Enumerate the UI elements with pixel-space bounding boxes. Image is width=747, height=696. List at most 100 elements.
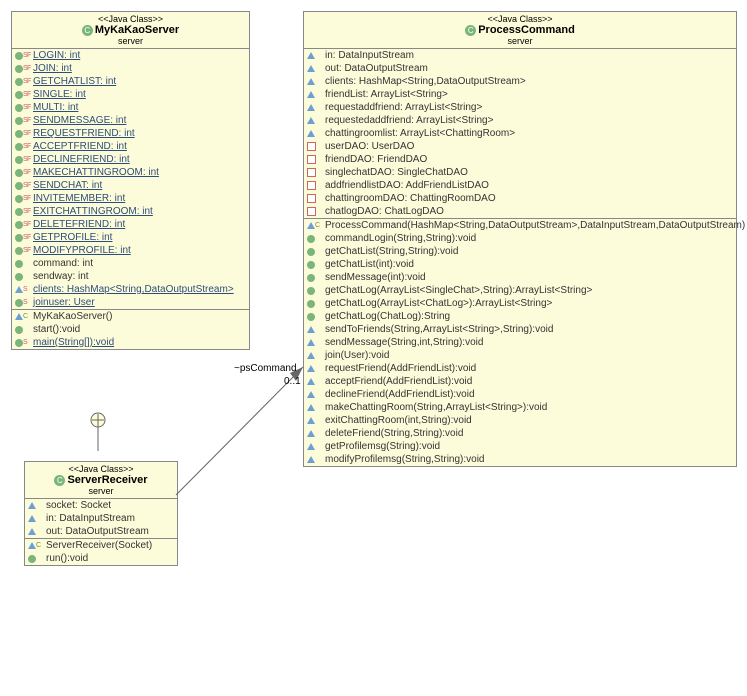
attribute-text: chattingroomDAO: ChattingRoomDAO — [325, 192, 496, 205]
operation-text: requestFriend(AddFriendList):void — [325, 362, 476, 375]
attribute-row: out: DataOutputStream — [304, 62, 736, 75]
class-ServerReceiver: <<Java Class>> CServerReceiver server so… — [24, 461, 178, 566]
operation-row: declineFriend(AddFriendList):void — [304, 388, 736, 401]
attribute-text: clients: HashMap<String,DataOutputStream… — [325, 75, 526, 88]
relation-label: ~psCommand — [234, 363, 297, 374]
attribute-row: SFLOGIN: int — [12, 49, 249, 62]
attribute-row: SFGETPROFILE: int — [12, 231, 249, 244]
attribute-text: chattingroomlist: ArrayList<ChattingRoom… — [325, 127, 515, 140]
operation-text: start():void — [33, 323, 80, 336]
attribute-row: clients: HashMap<String,DataOutputStream… — [304, 75, 736, 88]
package-label: server — [16, 36, 245, 46]
attributes-section: in: DataInputStreamout: DataOutputStream… — [304, 49, 736, 219]
attribute-row: SFGETCHATLIST: int — [12, 75, 249, 88]
attribute-row: SFACCEPTFRIEND: int — [12, 140, 249, 153]
operations-section: CMyKaKaoServer()start():voidSmain(String… — [12, 310, 249, 349]
attribute-text: socket: Socket — [46, 499, 111, 512]
operation-text: commandLogin(String,String):void — [325, 232, 476, 245]
attribute-row: SFMULTI: int — [12, 101, 249, 114]
attribute-text: addfriendlistDAO: AddFriendListDAO — [325, 179, 489, 192]
operation-row: modifyProfilemsg(String,String):void — [304, 453, 736, 466]
operation-text: ServerReceiver(Socket) — [46, 539, 152, 552]
operation-row: Smain(String[]):void — [12, 336, 249, 349]
attribute-row: in: DataInputStream — [25, 512, 177, 525]
attribute-row: SFSENDCHAT: int — [12, 179, 249, 192]
attribute-row: command: int — [12, 257, 249, 270]
attribute-text: REQUESTFRIEND: int — [33, 127, 135, 140]
operation-text: getChatLog(ChatLog):String — [325, 310, 450, 323]
class-icon: C — [54, 475, 65, 486]
class-name: ProcessCommand — [478, 24, 575, 36]
attribute-text: GETPROFILE: int — [33, 231, 112, 244]
operations-section: CServerReceiver(Socket)run():void — [25, 539, 177, 565]
operation-row: sendMessage(int):void — [304, 271, 736, 284]
attribute-text: out: DataOutputStream — [325, 62, 428, 75]
attribute-text: command: int — [33, 257, 93, 270]
operation-row: getChatList(int):void — [304, 258, 736, 271]
attribute-text: MAKECHATTINGROOM: int — [33, 166, 159, 179]
attribute-row: singlechatDAO: SingleChatDAO — [304, 166, 736, 179]
attribute-text: out: DataOutputStream — [46, 525, 149, 538]
attribute-text: SENDCHAT: int — [33, 179, 102, 192]
operation-row: CServerReceiver(Socket) — [25, 539, 177, 552]
attribute-text: singlechatDAO: SingleChatDAO — [325, 166, 468, 179]
attribute-row: SFDELETEFRIEND: int — [12, 218, 249, 231]
attribute-row: Sclients: HashMap<String,DataOutputStrea… — [12, 283, 249, 296]
operation-row: getChatList(String,String):void — [304, 245, 736, 258]
attribute-row: SFEXITCHATTINGROOM: int — [12, 205, 249, 218]
attribute-text: INVITEMEMBER: int — [33, 192, 125, 205]
operation-text: getChatLog(ArrayList<ChatLog>):ArrayList… — [325, 297, 552, 310]
class-header: <<Java Class>> CServerReceiver server — [25, 462, 177, 499]
attributes-section: SFLOGIN: intSFJOIN: intSFGETCHATLIST: in… — [12, 49, 249, 310]
operation-row: getChatLog(ArrayList<SingleChat>,String)… — [304, 284, 736, 297]
stereotype: <<Java Class>> — [29, 464, 173, 474]
attribute-row: out: DataOutputStream — [25, 525, 177, 538]
operation-text: exitChattingRoom(int,String):void — [325, 414, 472, 427]
class-icon: C — [465, 25, 476, 36]
attribute-row: friendDAO: FriendDAO — [304, 153, 736, 166]
operation-row: getChatLog(ArrayList<ChatLog>):ArrayList… — [304, 297, 736, 310]
operation-text: run():void — [46, 552, 88, 565]
operation-text: deleteFriend(String,String):void — [325, 427, 463, 440]
attribute-row: sendway: int — [12, 270, 249, 283]
attribute-row: SFJOIN: int — [12, 62, 249, 75]
class-name: ServerReceiver — [67, 474, 147, 486]
operation-text: getChatLog(ArrayList<SingleChat>,String)… — [325, 284, 592, 297]
attribute-text: DECLINEFRIEND: int — [33, 153, 130, 166]
operation-text: acceptFriend(AddFriendList):void — [325, 375, 472, 388]
operation-text: getChatList(int):void — [325, 258, 414, 271]
operation-text: main(String[]):void — [33, 336, 114, 349]
attribute-text: requestaddfriend: ArrayList<String> — [325, 101, 482, 114]
attribute-text: sendway: int — [33, 270, 89, 283]
relation-multiplicity: 0..1 — [284, 376, 301, 387]
operations-section: CProcessCommand(HashMap<String,DataOutpu… — [304, 219, 736, 466]
attribute-text: DELETEFRIEND: int — [33, 218, 125, 231]
operation-row: join(User):void — [304, 349, 736, 362]
operation-text: sendMessage(String,int,String):void — [325, 336, 483, 349]
attribute-row: requestaddfriend: ArrayList<String> — [304, 101, 736, 114]
attribute-row: SFSENDMESSAGE: int — [12, 114, 249, 127]
attribute-row: SFINVITEMEMBER: int — [12, 192, 249, 205]
attribute-text: friendDAO: FriendDAO — [325, 153, 427, 166]
attribute-row: userDAO: UserDAO — [304, 140, 736, 153]
operation-row: run():void — [25, 552, 177, 565]
attribute-text: clients: HashMap<String,DataOutputStream… — [33, 283, 234, 296]
operation-row: getChatLog(ChatLog):String — [304, 310, 736, 323]
stereotype: <<Java Class>> — [308, 14, 732, 24]
attribute-text: in: DataInputStream — [325, 49, 414, 62]
class-icon: C — [82, 25, 93, 36]
attribute-row: SFMAKECHATTINGROOM: int — [12, 166, 249, 179]
attribute-row: in: DataInputStream — [304, 49, 736, 62]
operation-row: sendToFriends(String,ArrayList<String>,S… — [304, 323, 736, 336]
attribute-row: SFSINGLE: int — [12, 88, 249, 101]
attribute-text: chatlogDAO: ChatLogDAO — [325, 205, 444, 218]
attribute-row: requestedaddfriend: ArrayList<String> — [304, 114, 736, 127]
attribute-text: MULTI: int — [33, 101, 78, 114]
operation-row: requestFriend(AddFriendList):void — [304, 362, 736, 375]
class-header: <<Java Class>> CProcessCommand server — [304, 12, 736, 49]
operation-text: declineFriend(AddFriendList):void — [325, 388, 475, 401]
operation-row: CMyKaKaoServer() — [12, 310, 249, 323]
operation-text: getProfilemsg(String):void — [325, 440, 440, 453]
operation-text: getChatList(String,String):void — [325, 245, 458, 258]
attribute-row: chattingroomDAO: ChattingRoomDAO — [304, 192, 736, 205]
